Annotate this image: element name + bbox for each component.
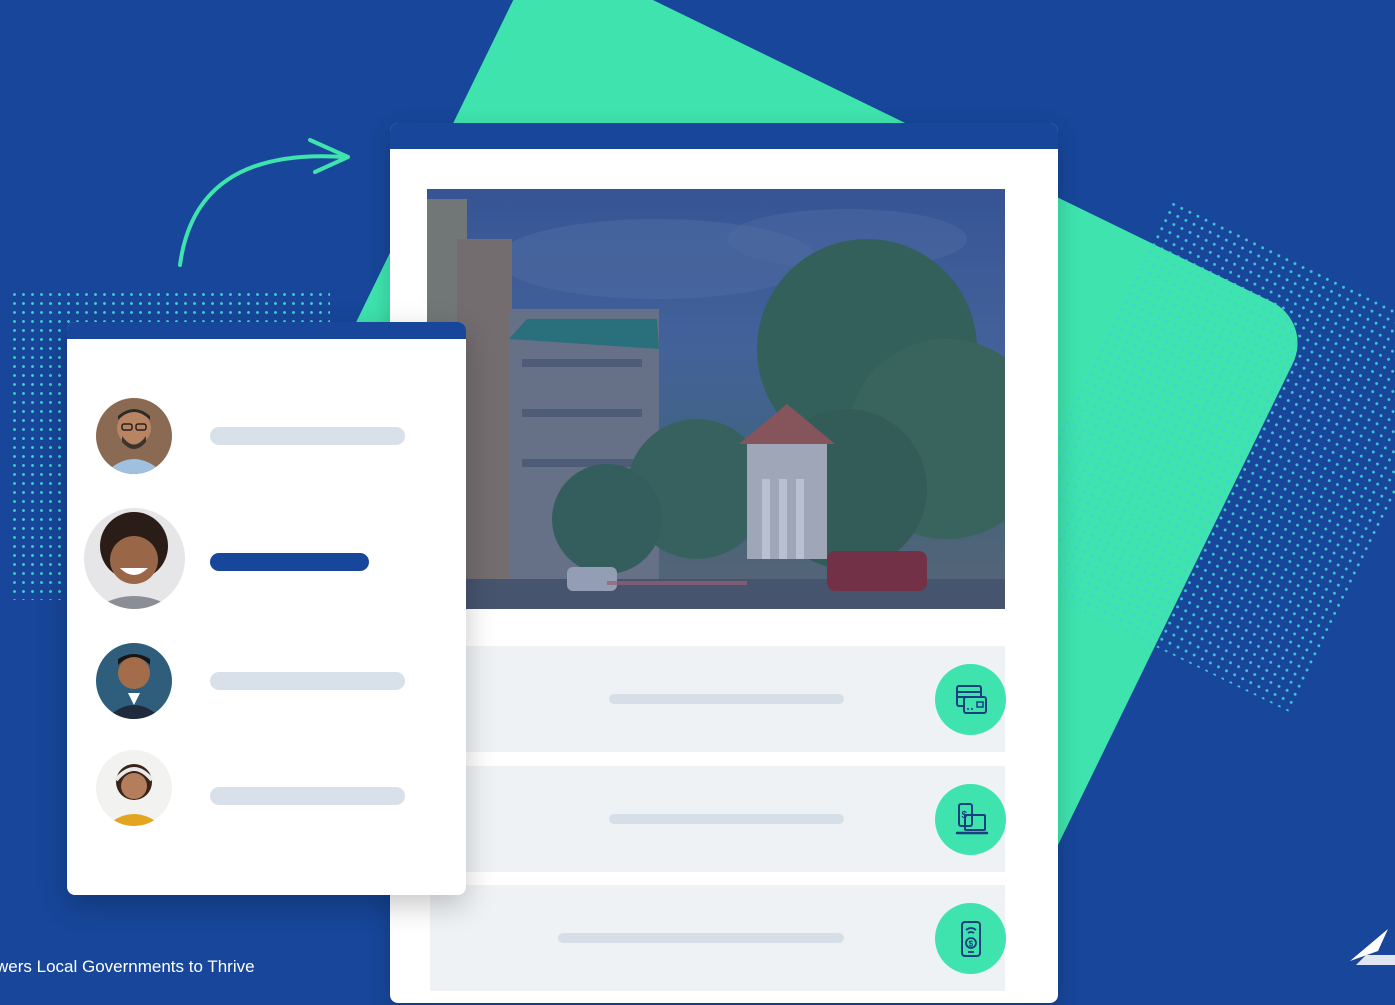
online-payment-laptop-icon: $ [955, 802, 988, 834]
woman-with-headset-avatar [96, 750, 172, 826]
svg-text:$: $ [968, 939, 973, 948]
payment-option-button[interactable]: $ [935, 784, 1006, 855]
payment-option-text-placeholder [558, 933, 844, 943]
main-card-header-bar [390, 123, 1058, 149]
person-list-item[interactable] [67, 398, 466, 476]
person-name-placeholder [210, 427, 405, 445]
man-with-glasses-avatar [96, 398, 172, 474]
person-list-item-selected[interactable] [67, 508, 466, 610]
payment-option-button[interactable] [935, 664, 1006, 735]
person-list-item[interactable] [67, 643, 466, 721]
footer-tagline: wers Local Governments to Thrive [0, 957, 255, 976]
contacts-card [67, 322, 466, 895]
payment-option-text-placeholder [609, 814, 844, 824]
person-name-placeholder [210, 787, 405, 805]
man-in-suit-avatar [96, 643, 172, 719]
contacts-card-header-bar [67, 322, 466, 339]
payment-option-row[interactable] [430, 646, 1006, 752]
payment-option-row[interactable]: $ [430, 885, 1006, 991]
person-list-item[interactable] [67, 750, 466, 828]
smiling-woman-curly-hair-avatar [84, 508, 185, 609]
payment-option-text-placeholder [609, 694, 844, 704]
credit-card-icon [955, 684, 987, 714]
mobile-payment-icon: $ [960, 920, 981, 957]
town-street-photo [427, 189, 1005, 609]
main-payment-card: $ $ [390, 123, 1058, 1003]
person-name-placeholder-active [210, 553, 369, 571]
payment-option-row[interactable]: $ [430, 766, 1006, 872]
brand-logo-icon [1350, 929, 1395, 965]
payment-option-button[interactable]: $ [935, 903, 1006, 974]
curved-arrow-icon [178, 138, 350, 267]
person-name-placeholder [210, 672, 405, 690]
